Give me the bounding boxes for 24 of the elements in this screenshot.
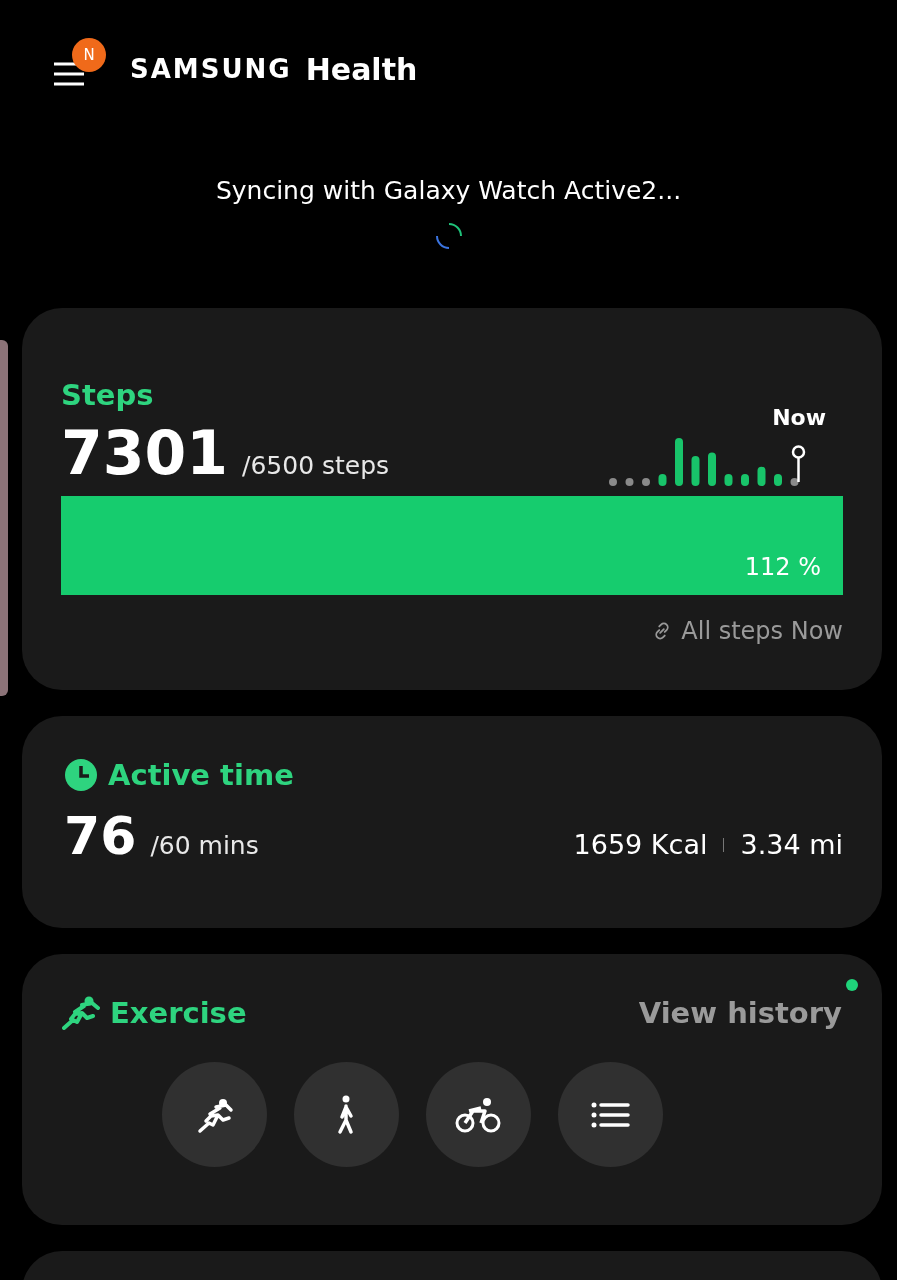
exercise-card[interactable]: Exercise View history: [22, 954, 882, 1225]
steps-count: 7301: [61, 418, 228, 488]
active-time-card[interactable]: Active time 76 /60 mins 1659 Kcal 3.34 mi: [22, 716, 882, 928]
active-goal: /60 mins: [150, 831, 259, 860]
active-minutes: 76: [64, 806, 137, 866]
card-title: Exercise: [110, 996, 247, 1030]
clock-icon: [64, 758, 98, 792]
view-history-link[interactable]: View history: [638, 996, 842, 1030]
now-label: Now: [772, 405, 826, 430]
card-title: Active time: [108, 758, 294, 792]
running-icon: [62, 996, 100, 1030]
sync-message: Syncing with Galaxy Watch Active2...: [215, 176, 682, 205]
edge-panel-handle[interactable]: [0, 340, 8, 696]
calories-value: 1659 Kcal: [573, 829, 708, 860]
steps-goal: /6500 steps: [242, 451, 390, 480]
loading-spinner: [433, 221, 464, 251]
brand-logo: SAMSUNG: [130, 54, 292, 84]
distance-value: 3.34 mi: [740, 829, 843, 860]
all-steps-link[interactable]: All steps Now: [651, 617, 843, 645]
card-title: Steps: [61, 378, 155, 412]
steps-card[interactable]: Steps 7301 /6500 steps Now 112 % All steps Now: [22, 308, 882, 690]
notification-badge: N: [72, 38, 106, 72]
progress-percent: 112 %: [744, 553, 821, 581]
app-title: Health: [305, 51, 418, 87]
